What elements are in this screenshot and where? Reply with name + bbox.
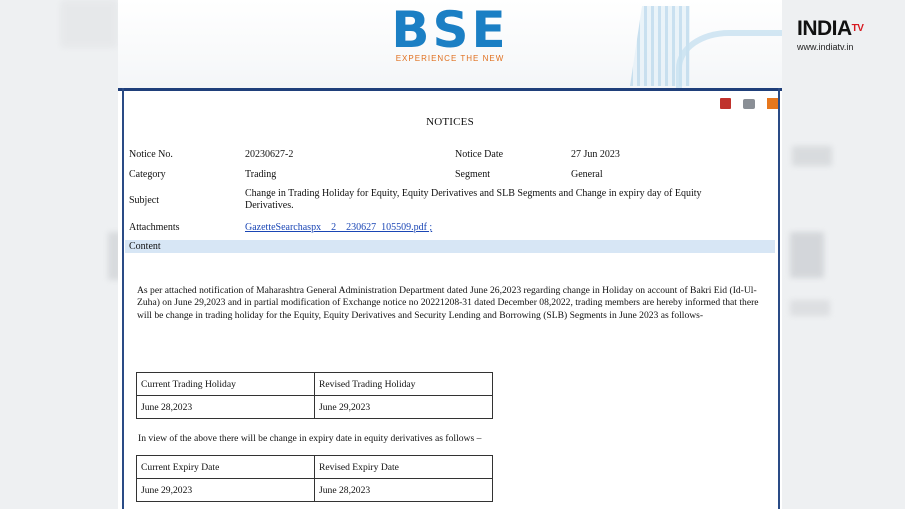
table-cell: June 29,2023 — [136, 478, 315, 502]
category-label: Category — [129, 169, 166, 180]
holiday-table: Current Trading Holiday Revised Trading … — [136, 372, 493, 419]
table-cell: June 28,2023 — [136, 395, 315, 419]
table-row: Current Trading Holiday Revised Trading … — [136, 372, 493, 396]
content-header: Content — [125, 240, 775, 253]
brand-name: INDIA — [797, 17, 852, 40]
notice-date-label: Notice Date — [455, 149, 504, 160]
notice-paragraph: As per attached notification of Maharash… — [137, 285, 759, 321]
bse-logo[interactable]: BSE EXPERIENCE THE NEW — [386, 4, 514, 63]
expiry-table: Current Expiry Date Revised Expiry Date … — [136, 455, 493, 502]
bse-header: BSE EXPERIENCE THE NEW — [118, 0, 782, 91]
table-cell: June 29,2023 — [314, 395, 493, 419]
attachments-label: Attachments — [129, 222, 180, 233]
brand-tv: TV — [851, 23, 864, 34]
table-row: June 28,2023 June 29,2023 — [136, 395, 493, 419]
notice-page: BSE EXPERIENCE THE NEW NOTICES Notice No… — [118, 0, 782, 509]
table-cell: June 28,2023 — [314, 478, 493, 502]
background-blur — [60, 0, 118, 48]
brand-url: www.indiatv.in — [797, 42, 854, 52]
pdf-icon[interactable] — [720, 98, 731, 109]
print-icon[interactable] — [743, 98, 755, 109]
background-blur — [790, 232, 824, 278]
table-row: Current Expiry Date Revised Expiry Date — [136, 455, 493, 479]
export-icon[interactable] — [767, 98, 778, 109]
background-blur — [792, 146, 832, 166]
notice-no-label: Notice No. — [129, 149, 173, 160]
subject-label: Subject — [129, 195, 159, 206]
table-header-cell: Revised Expiry Date — [314, 455, 493, 479]
segment-label: Segment — [455, 169, 490, 180]
category-value: Trading — [245, 169, 277, 180]
attachment-link[interactable]: GazetteSearchaspx__2__230627_105509.pdf … — [245, 222, 432, 234]
indiatv-logo[interactable]: INDIATV www.indiatv.in — [797, 17, 864, 53]
segment-value: General — [571, 169, 603, 180]
notice-title: NOTICES — [426, 116, 474, 128]
background-blur — [790, 300, 830, 316]
expiry-note: In view of the above there will be chang… — [138, 433, 482, 444]
table-header-cell: Current Trading Holiday — [136, 372, 315, 396]
notice-no-value: 20230627-2 — [245, 149, 294, 160]
subject-value: Change in Trading Holiday for Equity, Eq… — [245, 188, 702, 211]
bse-logo-mark: BSE — [391, 1, 509, 59]
notice-date-value: 27 Jun 2023 — [571, 149, 620, 160]
swoosh-graphic — [676, 30, 782, 88]
notice-toolbar — [720, 98, 778, 109]
table-row: June 29,2023 June 28,2023 — [136, 478, 493, 502]
table-header-cell: Revised Trading Holiday — [314, 372, 493, 396]
indiatv-wordmark: INDIATV — [797, 17, 864, 40]
table-header-cell: Current Expiry Date — [136, 455, 315, 479]
bse-tagline: EXPERIENCE THE NEW — [395, 54, 505, 63]
